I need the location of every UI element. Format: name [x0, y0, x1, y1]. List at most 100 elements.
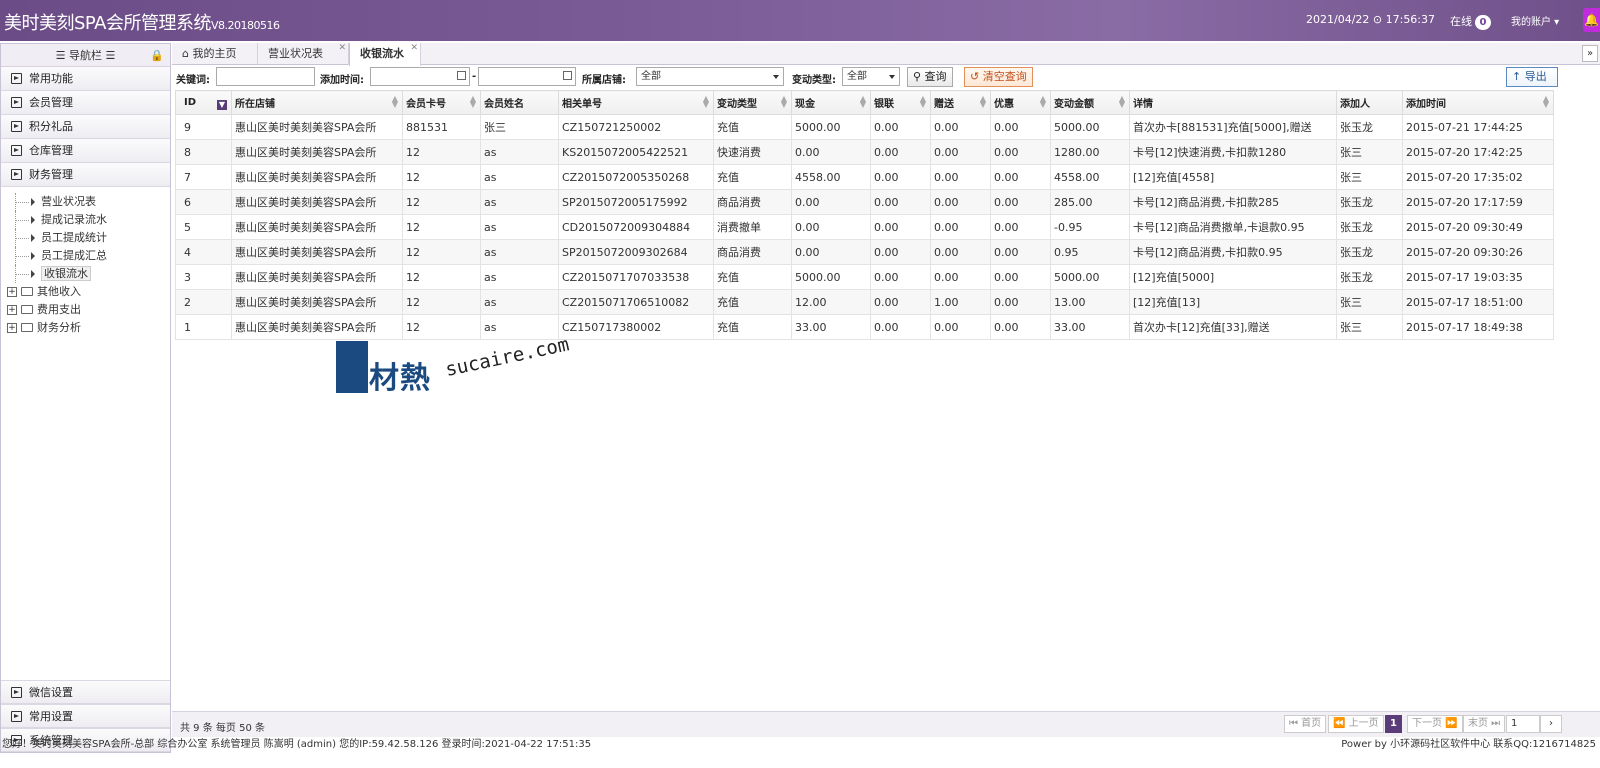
bell-icon[interactable]: 🔔 [1583, 8, 1600, 32]
plus-icon[interactable]: + [7, 287, 17, 297]
table-row[interactable]: 1 惠山区美时美刻美容SPA会所 12 as CZ150717380002 充值 33.00… [175, 314, 1554, 340]
column-header[interactable]: 所在店铺 ▲ ▼ [231, 90, 403, 115]
tab-cashier-flow[interactable]: 收银流水 ✕ [349, 43, 421, 66]
online-indicator[interactable]: 在线 0 [1450, 13, 1491, 30]
sidebar-item-bottom-0[interactable]: 微信设置 [1, 680, 170, 704]
end-date-input[interactable] [478, 67, 576, 86]
first-page-button[interactable]: ⏮ 首页 [1284, 715, 1327, 733]
sidebar-item-top-2[interactable]: 积分礼品 [1, 115, 170, 139]
column-header[interactable]: 银联 ▲ ▼ [870, 90, 931, 115]
plus-icon[interactable]: + [7, 305, 17, 315]
table-row[interactable]: 6 惠山区美时美刻美容SPA会所 12 as SP2015072005175992 商品消… [175, 189, 1554, 215]
table-cell: 3 [175, 264, 232, 290]
sidebar-item-label: 财务管理 [29, 168, 73, 181]
online-count-badge: 0 [1475, 15, 1491, 30]
sort-icon[interactable]: ▲ ▼ [703, 95, 709, 109]
calendar-icon[interactable] [563, 71, 572, 80]
table-row[interactable]: 2 惠山区美时美刻美容SPA会所 12 as CZ2015071706510082 充值 1… [175, 289, 1554, 315]
tree-folder[interactable]: + 财务分析 [7, 319, 170, 337]
table-cell: 0.00 [870, 139, 931, 165]
tab-home[interactable]: ⌂ 我的主页 [172, 43, 258, 65]
tree-item[interactable]: 提成记录流水 [11, 211, 170, 229]
sidebar-item-top-1[interactable]: 会员管理 [1, 91, 170, 115]
close-icon[interactable]: ✕ [410, 37, 418, 59]
column-header[interactable]: 赠送 ▲ ▼ [930, 90, 991, 115]
type-select[interactable]: 全部 [842, 67, 900, 86]
table-cell: 惠山区美时美刻美容SPA会所 [231, 239, 403, 265]
table-row[interactable]: 4 惠山区美时美刻美容SPA会所 12 as SP2015072009302684 商品消… [175, 239, 1554, 265]
table-cell: 0.00 [791, 239, 871, 265]
sort-icon[interactable]: ▲ ▼ [860, 95, 866, 109]
sort-icon[interactable]: ▲ ▼ [470, 95, 476, 109]
sort-desc-icon[interactable]: ▼ [216, 100, 227, 110]
column-header[interactable]: 现金 ▲ ▼ [791, 90, 871, 115]
sort-icon[interactable]: ▲ ▼ [781, 95, 787, 109]
page-number-input[interactable]: 1 [1506, 715, 1540, 733]
lock-icon[interactable]: 🔒 [150, 44, 164, 67]
column-header[interactable]: 详情 [1129, 90, 1337, 115]
sort-icon[interactable]: ▲ ▼ [392, 95, 398, 109]
clear-query-button[interactable]: ↺ 清空查询 [964, 67, 1033, 87]
column-header[interactable]: 添加人 [1336, 90, 1403, 115]
sidebar-item-bottom-1[interactable]: 常用设置 [1, 704, 170, 728]
calendar-icon[interactable] [457, 71, 466, 80]
column-header[interactable]: 优惠 ▲ ▼ [990, 90, 1051, 115]
table-cell: 2015-07-20 09:30:26 [1402, 239, 1554, 265]
table-cell: 2015-07-17 19:03:35 [1402, 264, 1554, 290]
sidebar-item-label: 微信设置 [29, 686, 73, 699]
query-button[interactable]: ⚲ 查询 [907, 67, 953, 87]
column-header[interactable]: 会员姓名 [480, 90, 559, 115]
tree-folder[interactable]: + 其他收入 [7, 283, 170, 301]
close-icon[interactable]: ✕ [338, 37, 346, 59]
account-menu[interactable]: 我的账户 ▾ [1511, 13, 1559, 28]
sort-icon[interactable]: ▲ ▼ [920, 95, 926, 109]
next-page-button[interactable]: 下一页 ⏩ [1407, 715, 1463, 733]
sort-icon[interactable]: ▲ ▼ [1040, 95, 1046, 109]
column-header[interactable]: 变动金额 ▲ ▼ [1050, 90, 1130, 115]
table-row[interactable]: 7 惠山区美时美刻美容SPA会所 12 as CZ2015072005350268 充值 4… [175, 164, 1554, 190]
table-cell: SP2015072005175992 [558, 189, 714, 215]
sort-icon[interactable]: ▲ ▼ [1119, 95, 1125, 109]
tree-item[interactable]: 员工提成汇总 [11, 247, 170, 265]
sort-icon[interactable]: ▲ ▼ [1543, 95, 1549, 109]
sidebar-item-top-0[interactable]: 常用功能 [1, 67, 170, 91]
app-name: 美时美刻SPA会所管理系统 [4, 13, 211, 34]
current-page-button[interactable]: 1 [1385, 715, 1402, 733]
column-header[interactable]: 添加时间 ▲ ▼ [1402, 90, 1554, 115]
sidebar-item-top-3[interactable]: 仓库管理 [1, 139, 170, 163]
column-header[interactable]: 变动类型 ▲ ▼ [713, 90, 792, 115]
column-header[interactable]: 相关单号 ▲ ▼ [558, 90, 714, 115]
table-cell: 惠山区美时美刻美容SPA会所 [231, 264, 403, 290]
sort-icon[interactable]: ▲ ▼ [980, 95, 986, 109]
tree-folder[interactable]: + 费用支出 [7, 301, 170, 319]
addtime-label: 添加时间: [320, 75, 364, 86]
table-cell: 5 [175, 214, 232, 240]
column-header-label: 优惠 [994, 99, 1014, 110]
table-row[interactable]: 5 惠山区美时美刻美容SPA会所 12 as CD2015072009304884 消费撤… [175, 214, 1554, 240]
filter-bar: 关键词: 添加时间: - 所属店铺: 全部 变动类型: 全部 ⚲ 查询 ↺ 清空… [172, 66, 1600, 88]
sidebar-item-top-4[interactable]: 财务管理 [1, 163, 170, 187]
chevron-down-icon[interactable]: » [1582, 45, 1598, 62]
table-cell: 6 [175, 189, 232, 215]
column-header[interactable]: 会员卡号 ▲ ▼ [402, 90, 481, 115]
tree-item[interactable]: 员工提成统计 [11, 229, 170, 247]
table-cell: 商品消费 [713, 189, 792, 215]
table-cell: CZ150721250002 [558, 114, 714, 140]
prev-page-button[interactable]: ⏪ 上一页 [1328, 715, 1384, 733]
tab-business-status[interactable]: 营业状况表 ✕ [258, 43, 349, 65]
column-header[interactable]: ID ▼ [175, 90, 232, 115]
tree-item[interactable]: 收银流水 [11, 265, 170, 283]
go-page-button[interactable]: › [1540, 715, 1562, 733]
last-page-button[interactable]: 末页 ⏭ [1463, 715, 1506, 733]
table-cell: 张玉龙 [1336, 189, 1403, 215]
keyword-input[interactable] [216, 67, 315, 86]
status-left: 您好！美时美刻美容SPA会所-总部 综合办公室 系统管理员 陈嵩明 (admin… [2, 739, 592, 750]
table-row[interactable]: 3 惠山区美时美刻美容SPA会所 12 as CZ2015071707033538 充值 5… [175, 264, 1554, 290]
tree-item[interactable]: 营业状况表 [11, 193, 170, 211]
start-date-input[interactable] [370, 67, 470, 86]
shop-select[interactable]: 全部 [636, 67, 784, 86]
table-row[interactable]: 8 惠山区美时美刻美容SPA会所 12 as KS2015072005422521 快速消… [175, 139, 1554, 165]
table-row[interactable]: 9 惠山区美时美刻美容SPA会所 881531 张三 CZ150721250002 充值 5… [175, 114, 1554, 140]
export-button[interactable]: ↑ 导出 [1506, 67, 1558, 87]
plus-icon[interactable]: + [7, 323, 17, 333]
